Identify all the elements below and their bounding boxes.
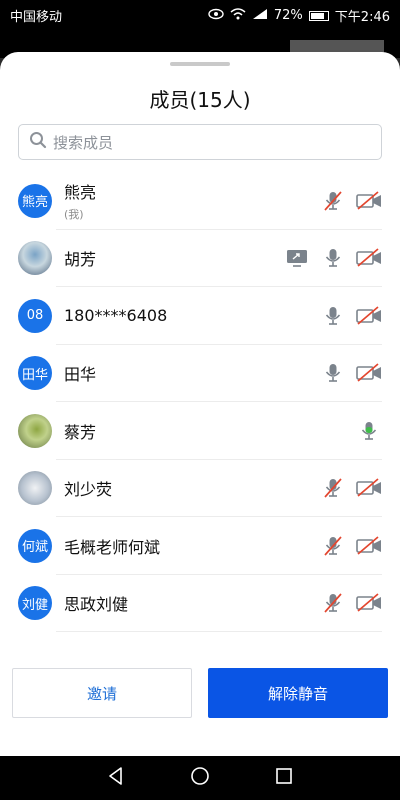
avatar: 何斌: [18, 528, 52, 563]
member-name: 180****6408: [64, 306, 168, 326]
wifi-icon: [230, 7, 246, 24]
screen-share-icon[interactable]: [284, 247, 310, 269]
signal-icon: [252, 8, 268, 24]
clock: 下午2:46: [334, 10, 390, 25]
avatar: 田华: [18, 356, 52, 391]
member-info: 蔡芳: [64, 419, 96, 443]
mic-muted-icon[interactable]: [320, 592, 346, 614]
system-nav-bar: [0, 756, 400, 800]
avatar: [18, 471, 52, 506]
member-name: 刘少荧: [64, 480, 113, 500]
mic-icon[interactable]: [320, 247, 346, 269]
carrier-label: 中国移动: [10, 10, 63, 25]
member-controls: [320, 535, 382, 557]
mic-muted-icon[interactable]: [320, 190, 346, 212]
member-controls: [320, 305, 382, 327]
member-name: 熊亮: [64, 183, 97, 203]
member-row[interactable]: 刘少荧: [0, 460, 400, 517]
home-icon[interactable]: [190, 766, 210, 790]
member-controls: [320, 362, 382, 384]
avatar: [18, 241, 52, 276]
search-placeholder: 搜索成员: [53, 133, 114, 152]
member-info: 胡芳: [64, 246, 96, 270]
member-name: 蔡芳: [64, 422, 97, 442]
member-name: 思政刘健: [64, 595, 129, 615]
sheet-grabber[interactable]: [170, 62, 230, 66]
mic-muted-icon[interactable]: [320, 535, 346, 557]
status-icons: 72% 下午2:46: [208, 6, 390, 25]
member-info: 田华: [64, 361, 96, 385]
member-row[interactable]: 刘健 思政刘健: [0, 575, 400, 632]
camera-off-icon[interactable]: [356, 535, 382, 557]
member-name: 毛概老师何斌: [64, 537, 161, 557]
member-controls: [320, 190, 382, 212]
recents-icon[interactable]: [274, 766, 294, 790]
unmute-all-button[interactable]: 解除静音: [208, 668, 388, 718]
avatar: 熊亮: [18, 183, 52, 218]
battery-icon: [308, 10, 329, 21]
camera-off-icon[interactable]: [356, 362, 382, 384]
member-row[interactable]: 田华 田华: [0, 345, 400, 402]
member-name: 胡芳: [64, 250, 97, 270]
eye-icon: [208, 8, 224, 24]
member-controls: [320, 477, 382, 499]
invite-button[interactable]: 邀请: [12, 668, 192, 718]
member-controls: [284, 247, 382, 269]
mic-muted-icon[interactable]: [320, 477, 346, 499]
mic-active-icon[interactable]: [356, 420, 382, 442]
member-list: 熊亮 熊亮 (我) 胡芳 08 180****6408 田华 田华 蔡芳 刘少荧…: [0, 172, 400, 632]
member-self-tag: (我): [64, 208, 84, 222]
row-divider: [56, 631, 382, 632]
avatar: [18, 413, 52, 448]
member-row[interactable]: 胡芳: [0, 230, 400, 287]
members-sheet: 成员(15人) 搜索成员 熊亮 熊亮 (我) 胡芳 08 180****6408…: [0, 52, 400, 756]
back-icon[interactable]: [106, 766, 126, 790]
mic-icon[interactable]: [320, 362, 346, 384]
avatar: 08: [18, 298, 52, 333]
action-bar: 邀请 解除静音: [12, 668, 388, 718]
camera-off-icon[interactable]: [356, 190, 382, 212]
battery-percent: 72%: [273, 8, 303, 23]
camera-off-icon[interactable]: [356, 247, 382, 269]
member-info: 思政刘健: [64, 591, 128, 615]
member-controls: [320, 592, 382, 614]
status-bar: 中国移动 72% 下午2:46: [0, 0, 400, 28]
camera-off-icon[interactable]: [356, 305, 382, 327]
member-row[interactable]: 熊亮 熊亮 (我): [0, 172, 400, 230]
member-name: 田华: [64, 365, 97, 385]
member-info: 180****6408: [64, 306, 167, 325]
camera-off-icon[interactable]: [356, 477, 382, 499]
member-info: 熊亮 (我): [64, 179, 96, 222]
search-icon: [29, 131, 53, 153]
member-info: 刘少荧: [64, 476, 112, 500]
sheet-title: 成员(15人): [149, 88, 251, 112]
member-controls: [356, 420, 382, 442]
search-input[interactable]: 搜索成员: [18, 124, 382, 160]
avatar: 刘健: [18, 586, 52, 621]
mic-icon[interactable]: [320, 305, 346, 327]
member-info: 毛概老师何斌: [64, 534, 160, 558]
member-row[interactable]: 08 180****6408: [0, 287, 400, 345]
camera-off-icon[interactable]: [356, 592, 382, 614]
member-row[interactable]: 何斌 毛概老师何斌: [0, 517, 400, 575]
member-row[interactable]: 蔡芳: [0, 402, 400, 460]
